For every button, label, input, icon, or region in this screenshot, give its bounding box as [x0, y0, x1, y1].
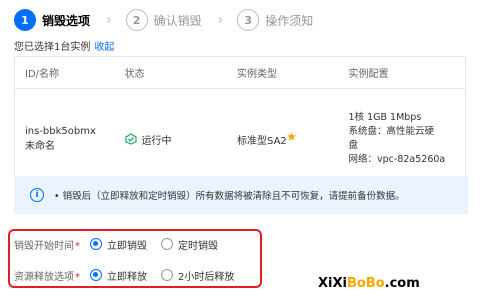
info-icon: i: [30, 188, 44, 202]
radio-release-now[interactable]: 立即释放: [90, 268, 147, 283]
release-option-row: 资源释放选项* 立即释放 2小时后释放: [14, 266, 248, 284]
header-status: 状态: [124, 69, 145, 80]
config-spec: 1核 1GB 1Mbps: [348, 112, 422, 123]
step-2-label: 确认销毁: [153, 13, 202, 28]
warning-notice: i • 销毁后（立即释放和定时销毁）所有数据将被清除且不可恢复，请提前备份数据。: [14, 176, 468, 214]
step-1: 1 销毁选项: [14, 9, 90, 31]
step-indicator: 1 销毁选项 › 2 确认销毁 › 3 操作须知: [14, 8, 323, 32]
destroy-time-label: 销毁开始时间*: [14, 240, 80, 252]
radio-release-2h-label: 2小时后释放: [178, 271, 235, 283]
header-instance-type: 实例类型: [237, 69, 278, 80]
table-header: ID/名称 状态 实例类型 实例配置: [15, 57, 465, 89]
radio-checked-icon: [90, 238, 102, 250]
instance-id: ins-bbk5obmx: [25, 126, 96, 137]
instance-type-text: 标准型SA2: [237, 135, 287, 147]
radio-destroy-now[interactable]: 立即销毁: [90, 237, 147, 252]
instance-config: 1核 1GB 1Mbps 系统盘：高性能云硬 盘 网络：vpc-82a5260a: [349, 111, 465, 167]
table-row: ins-bbk5obmx 未命名 运行中 标准型SA2 1核 1GB 1Mbps…: [15, 89, 465, 189]
instance-table: ID/名称 状态 实例类型 实例配置 ins-bbk5obmx 未命名 运行中 …: [14, 56, 466, 190]
step-1-number: 1: [14, 9, 36, 31]
instance-id-cell: ins-bbk5obmx 未命名: [15, 124, 125, 154]
chevron-right-icon: ›: [106, 12, 112, 28]
release-option-label: 资源释放选项*: [14, 271, 80, 283]
star-badge-icon: [286, 131, 296, 141]
status-text: 运行中: [141, 135, 172, 147]
radio-destroy-scheduled-label: 定时销毁: [178, 240, 218, 252]
radio-release-now-label: 立即释放: [107, 271, 147, 283]
config-network: 网络：vpc-82a5260a: [348, 154, 446, 165]
step-3: 3 操作须知: [237, 9, 313, 31]
chevron-right-icon: ›: [217, 12, 224, 28]
destroy-time-row: 销毁开始时间* 立即销毁 定时销毁: [14, 235, 232, 253]
selection-count-text: 您已选择1台实例: [14, 42, 91, 53]
notice-text: • 销毁后（立即释放和定时销毁）所有数据将被清除且不可恢复，请提前备份数据。: [54, 191, 405, 202]
radio-unchecked-icon: [161, 269, 173, 281]
header-id-name: ID/名称: [25, 69, 60, 80]
instance-status: 运行中: [124, 132, 237, 147]
step-2-number: 2: [125, 9, 148, 31]
running-status-icon: [124, 133, 137, 145]
config-disk-cont: 盘: [348, 140, 359, 151]
radio-unchecked-icon: [161, 238, 173, 250]
instance-name: 未命名: [25, 141, 55, 152]
radio-release-2h[interactable]: 2小时后释放: [161, 268, 234, 283]
config-disk: 系统盘：高性能云硬: [348, 126, 435, 137]
watermark-logo: XiXiBoBo.com: [318, 276, 420, 291]
step-2: 2 确认销毁: [125, 9, 202, 31]
step-3-number: 3: [237, 9, 260, 31]
header-instance-config: 实例配置: [348, 69, 389, 80]
collapse-link[interactable]: 收起: [94, 42, 114, 53]
radio-destroy-scheduled[interactable]: 定时销毁: [161, 237, 218, 252]
instance-type: 标准型SA2: [237, 131, 349, 147]
step-3-label: 操作须知: [265, 13, 314, 28]
radio-destroy-now-label: 立即销毁: [107, 240, 147, 252]
step-1-label: 销毁选项: [42, 13, 91, 28]
radio-checked-icon: [90, 269, 102, 281]
selection-summary: 您已选择1台实例 收起: [14, 38, 114, 53]
